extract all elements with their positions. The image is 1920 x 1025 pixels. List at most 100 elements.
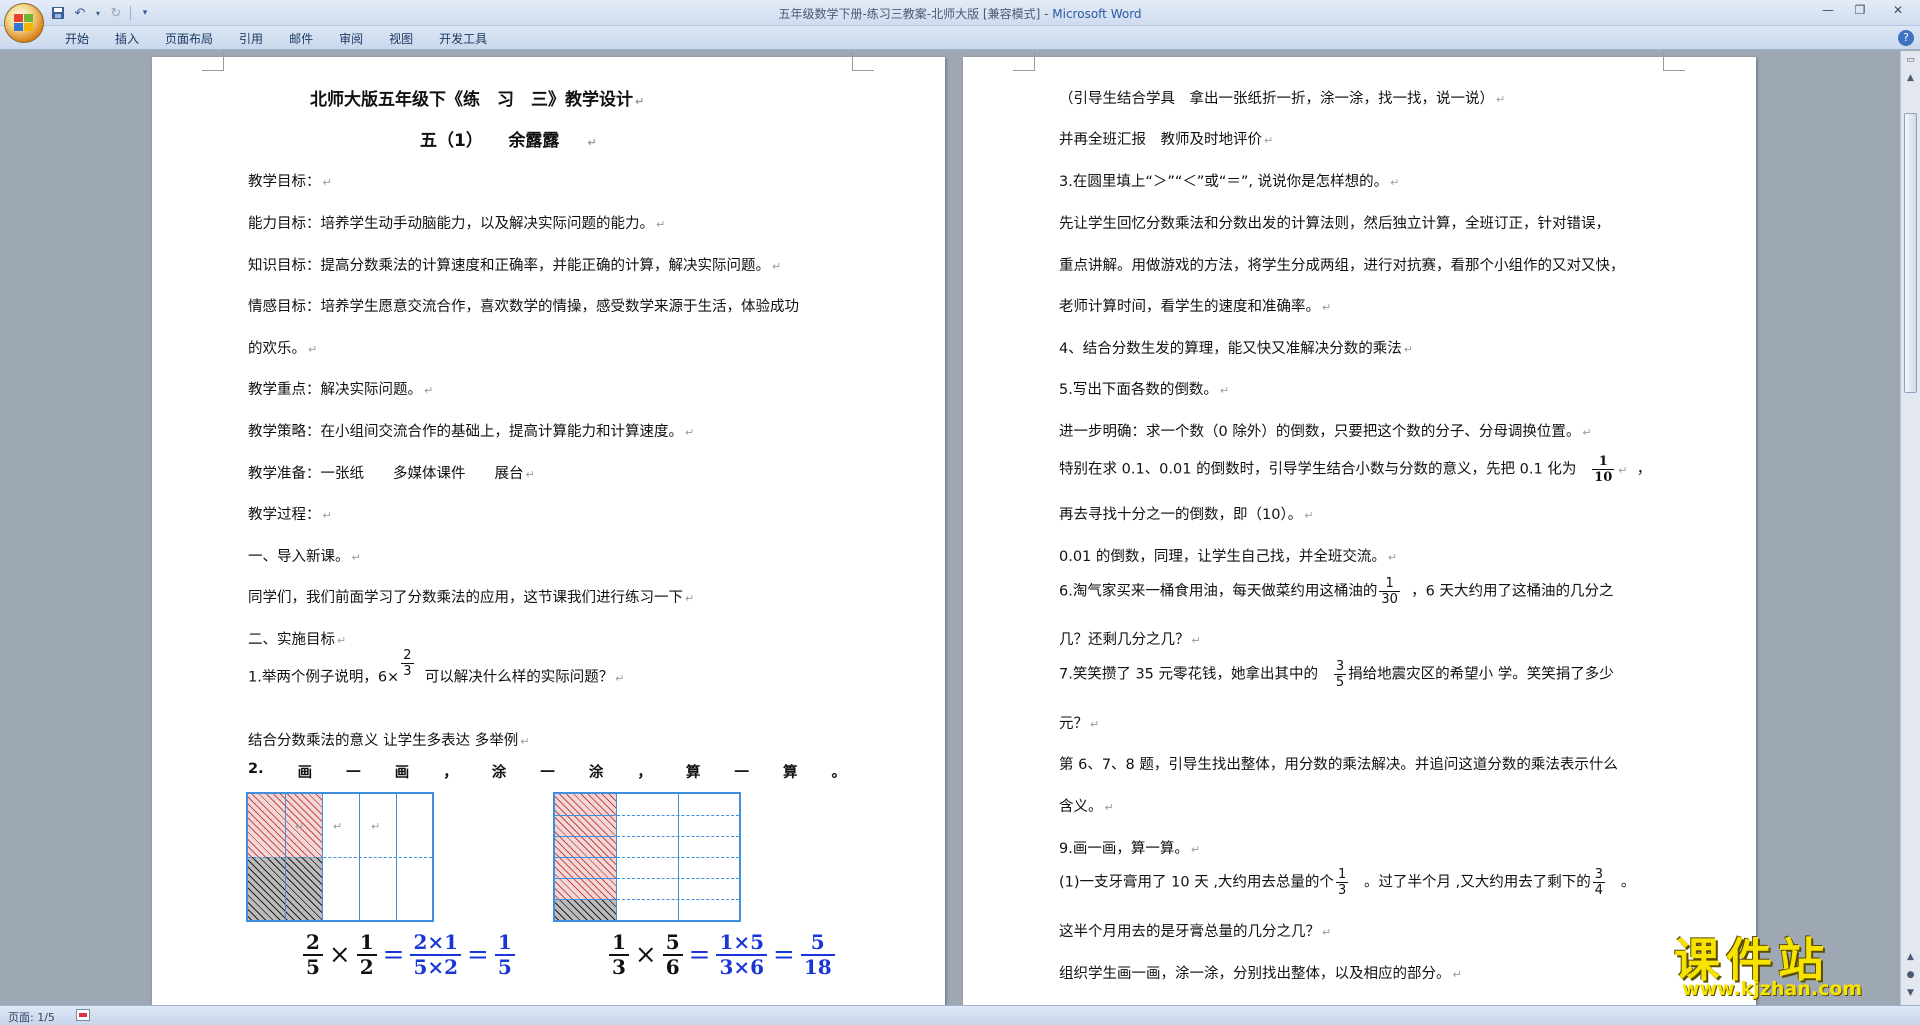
- tab-references[interactable]: 引用: [226, 30, 276, 48]
- text-line: 知识目标：提高分数乘法的计算速度和正确率，并能正确的计算，解决实际问题。 ↵: [248, 258, 782, 274]
- text-line: 0.01 的倒数，同理，让学生自己找，并全班交流。 ↵: [1059, 549, 1398, 565]
- equals-sign: =: [773, 940, 795, 970]
- window-controls: — ❐ ✕: [1812, 0, 1920, 20]
- tab-view[interactable]: 视图: [376, 30, 426, 48]
- question-2-char: 涂: [588, 765, 604, 781]
- fraction: 35: [1333, 659, 1347, 690]
- question-2-char: 。: [831, 765, 846, 781]
- next-page-icon[interactable]: ▼: [1903, 986, 1918, 1001]
- text-line: 同学们，我们前面学习了分数乘法的应用，这节课我们进行练习一下 ↵: [248, 590, 695, 606]
- fraction: 34: [1592, 867, 1606, 898]
- select-browse-object-icon[interactable]: ●: [1903, 968, 1918, 983]
- shaded-region: [555, 899, 616, 920]
- vertical-scrollbar[interactable]: ▭ ▲ ▲ ● ▼: [1900, 51, 1920, 1005]
- document-page-2[interactable]: （引导生结合学具 拿出一张纸折一折，涂一涂，找一找，说一说） ↵ 并再全班汇报 教…: [963, 51, 1756, 1005]
- document-name: 五年级数学下册-练习三教案-北师大版 [兼容模式]: [778, 7, 1041, 21]
- question-1: 1.举两个例子说明，6× 2 3 可以解决什么样的实际问题？ ↵: [248, 648, 625, 686]
- text-line: 老师计算时间，看学生的速度和准确率。 ↵: [1059, 299, 1332, 315]
- text-line: 4、结合分数生发的算理，能又快又准解决分数的乘法 ↵: [1059, 341, 1413, 357]
- scrollbar-thumb[interactable]: [1904, 113, 1917, 393]
- margin-corner-mark: [1663, 51, 1685, 71]
- question-9: 9.画一画，算一算。 ↵: [1059, 841, 1201, 857]
- document-title: 北师大版五年级下《练 习 三》教学设计 ↵: [310, 90, 645, 110]
- watermark-url: www.kjzhan.com: [1682, 978, 1863, 1000]
- margin-corner-mark: [202, 51, 224, 71]
- question-2-char: 画: [297, 765, 313, 781]
- ruler-toggle-icon[interactable]: ▭: [1903, 53, 1918, 68]
- text-line: 元？ ↵: [1059, 716, 1100, 732]
- fraction: 25: [303, 932, 323, 978]
- help-icon[interactable]: ?: [1898, 30, 1914, 46]
- fraction: 23: [401, 648, 414, 679]
- question-2-char: 算: [782, 765, 798, 781]
- question-2-char: 一: [540, 765, 555, 781]
- app-name: Microsoft Word: [1052, 7, 1142, 21]
- text-line: 这半个月用去的是牙膏总量的几分之几？ ↵: [1059, 924, 1332, 940]
- question-2-char: ，: [443, 765, 458, 781]
- window-title: 五年级数学下册-练习三教案-北师大版 [兼容模式] - Microsoft Wo…: [0, 5, 1920, 22]
- question-2-char: ，: [637, 765, 652, 781]
- text-line: 教学准备：一张纸 多媒体课件 展台 ↵: [248, 466, 535, 482]
- margin-corner-mark: [852, 51, 874, 71]
- fraction: 56: [662, 932, 683, 978]
- text-line: 的欢乐。 ↵: [248, 341, 318, 357]
- shaded-region: [555, 794, 616, 899]
- fraction: 15: [494, 932, 515, 978]
- scroll-up-icon[interactable]: ▲: [1903, 71, 1918, 86]
- tab-developer[interactable]: 开发工具: [426, 30, 500, 48]
- title-separator: -: [1040, 7, 1053, 21]
- ribbon-tab-bar: 开始 插入 页面布局 引用 邮件 审阅 视图 开发工具 ?: [0, 26, 1920, 50]
- text-line: 情感目标：培养学生愿意交流合作，喜欢数学的情操，感受数学来源于生活，体验成功: [248, 299, 799, 315]
- previous-page-icon[interactable]: ▲: [1903, 950, 1918, 965]
- text-line: 一、导入新课。 ↵: [248, 549, 361, 565]
- question-2-char: 画: [394, 765, 410, 781]
- text-line: 3.在圆里填上“＞”“＜”或“＝”, 说说你是怎样想的。 ↵: [1059, 174, 1400, 190]
- times-sign: ×: [328, 940, 351, 970]
- close-button[interactable]: ✕: [1876, 0, 1920, 20]
- fraction: 13: [609, 932, 629, 978]
- question-2: 2. 画 一 画 ， 涂 一 涂 ， 算 一 算 。: [248, 761, 846, 782]
- tab-review[interactable]: 审阅: [326, 30, 376, 48]
- text-line: 并再全班汇报 教师及时地评价 ↵: [1059, 132, 1274, 148]
- text-line: 第 6、7、8 题，引导生找出整体，用分数的乘法解决。并追问这道分数的乘法表示什…: [1059, 757, 1618, 773]
- text-line: 重点讲解。用做游戏的方法，将学生分成两组，进行对抗赛，看那个小组作的又对又快，: [1059, 258, 1625, 274]
- tab-page-layout[interactable]: 页面布局: [152, 30, 226, 48]
- equals-sign: =: [688, 940, 711, 970]
- fraction: 1 30: [1379, 576, 1400, 607]
- fraction: 12: [356, 932, 377, 978]
- text-line: 组织学生画一画，涂一涂，分别找出整体，以及相应的部分。 ↵: [1059, 966, 1462, 982]
- text-line: 进一步明确：求一个数（0 除外）的倒数，只要把这个数的分子、分母调换位置。 ↵: [1059, 424, 1592, 440]
- question-7: 7.笑笑攒了 35 元零花钱，她拿出其中的 3 5 捐给地震灾区的希望小 学。笑笑捐…: [1059, 659, 1614, 690]
- fraction: 2×1 5×2: [410, 932, 462, 978]
- tab-home[interactable]: 开始: [52, 30, 102, 48]
- question-9-1: (1)一支牙膏用了 10 天 ,大约用去总量的个 1 3 。过了半个月 ,又大约用去…: [1059, 867, 1636, 898]
- text-line: 教学目标： ↵: [248, 174, 332, 190]
- fraction-grid-1-3: [553, 792, 741, 922]
- text-line: 先让学生回忆分数乘法和分数出发的计算法则，然后独立计算，全班订正，针对错误，: [1059, 216, 1610, 232]
- text-line: 教学重点：解决实际问题。 ↵: [248, 382, 434, 398]
- text-line: 5.写出下面各数的倒数。 ↵: [1059, 382, 1230, 398]
- text-line: 特别在求 0.1、0.01 的倒数时，引导学生结合小数与分数的意义，先把 0.1…: [1059, 454, 1652, 485]
- tab-insert[interactable]: 插入: [102, 30, 152, 48]
- watermark-logo: 课件站 www.kjzhan.com: [1668, 924, 1900, 1002]
- tab-mailings[interactable]: 邮件: [276, 30, 326, 48]
- minimize-button[interactable]: —: [1812, 0, 1844, 20]
- proofing-icon[interactable]: [76, 1009, 90, 1021]
- margin-corner-mark: [1013, 51, 1035, 71]
- title-bar: ↶ ▾ ↻ ▾ 五年级数学下册-练习三教案-北师大版 [兼容模式] - Micr…: [0, 0, 1920, 26]
- maximize-button[interactable]: ❐: [1844, 0, 1876, 20]
- office-button[interactable]: [4, 3, 44, 43]
- page-count-status[interactable]: 页面: 1/5: [8, 1009, 55, 1025]
- fraction: 1 10: [1592, 454, 1615, 485]
- fraction-grid-2-5: ↵ ↵ ↵: [246, 792, 434, 922]
- text-line: 含义。 ↵: [1059, 799, 1114, 815]
- office-logo-icon: [14, 14, 35, 33]
- text-line: 再去寻找十分之一的倒数，即（10）。 ↵: [1059, 507, 1314, 523]
- equals-sign: =: [382, 940, 405, 970]
- document-page-1[interactable]: 北师大版五年级下《练 习 三》教学设计 ↵ 五（1） 余露露 ↵ 教学目标： ↵ 能力…: [152, 51, 945, 1005]
- text-line: 教学策略：在小组间交流合作的基础上，提高计算能力和计算速度。 ↵: [248, 424, 695, 440]
- fraction: 13: [1335, 867, 1349, 898]
- fraction: 1×5 3×6: [716, 932, 768, 978]
- fraction: 5 18: [800, 932, 835, 978]
- text-line: 教学过程： ↵: [248, 507, 332, 523]
